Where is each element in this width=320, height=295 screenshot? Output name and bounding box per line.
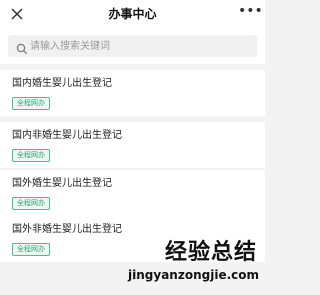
list-item[interactable]: 国内非婚生婴儿出生登记 全程网办 xyxy=(0,122,265,168)
search-bar xyxy=(0,28,265,64)
status-badge: 全程网办 xyxy=(12,97,50,110)
watermark: 经验总结 jingyanzongjie.com xyxy=(103,240,263,292)
status-badge: 全程网办 xyxy=(12,197,50,210)
item-title: 国内婚生婴儿出生登记 xyxy=(12,78,112,89)
search-input[interactable] xyxy=(30,35,250,57)
search-box[interactable] xyxy=(8,35,257,57)
item-title: 国外非婚生婴儿出生登记 xyxy=(12,224,122,235)
status-badge: 全程网办 xyxy=(12,243,50,256)
list-item[interactable]: 国外婚生婴儿出生登记 全程网办 xyxy=(0,170,265,216)
watermark-domain: jingyanzongjie.com xyxy=(128,268,259,282)
search-icon xyxy=(16,40,28,55)
list-item[interactable]: 国内婚生婴儿出生登记 全程网办 xyxy=(0,70,265,116)
status-badge: 全程网办 xyxy=(12,149,50,162)
more-icon[interactable]: ••• xyxy=(238,4,263,21)
item-title: 国内非婚生婴儿出生登记 xyxy=(12,130,122,141)
item-title: 国外婚生婴儿出生登记 xyxy=(12,178,112,189)
page-title: 办事中心 xyxy=(108,7,157,21)
page: 办事中心 ••• 国内婚生婴儿出生登记 全程网办 国内非婚生婴儿出生登记 全程网… xyxy=(0,0,265,295)
top-navbar: 办事中心 ••• xyxy=(0,0,265,28)
watermark-chinese: 经验总结 xyxy=(164,240,257,265)
